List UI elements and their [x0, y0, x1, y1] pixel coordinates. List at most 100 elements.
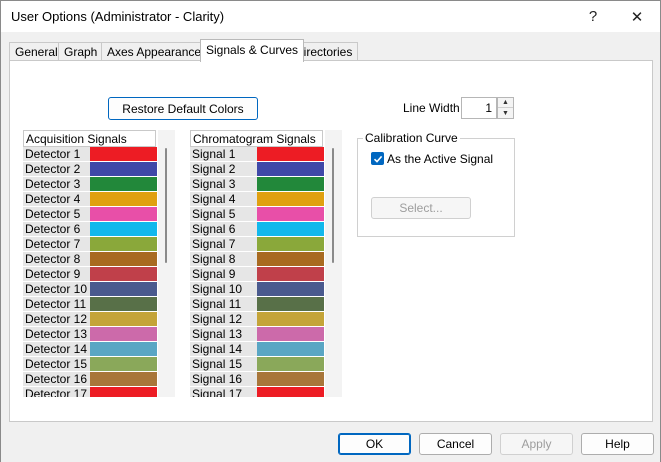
chromatogram-signals-list: Chromatogram Signals Signal 1 Signal 2 Sig… — [190, 130, 342, 397]
color-swatch[interactable] — [90, 267, 157, 282]
color-swatch[interactable] — [90, 207, 157, 222]
list-item[interactable]: Signal 13 — [190, 327, 324, 342]
color-swatch[interactable] — [257, 147, 324, 162]
list-item[interactable]: Detector 2 — [23, 162, 157, 177]
signal-name: Detector 17 — [23, 387, 90, 397]
color-swatch[interactable] — [257, 267, 324, 282]
color-swatch[interactable] — [257, 177, 324, 192]
tab-signals-curves[interactable]: Signals & Curves — [200, 39, 305, 62]
color-swatch[interactable] — [257, 222, 324, 237]
color-swatch[interactable] — [257, 387, 324, 397]
list-item[interactable]: Detector 12 — [23, 312, 157, 327]
list-item[interactable]: Detector 3 — [23, 177, 157, 192]
color-swatch[interactable] — [257, 192, 324, 207]
scrollbar-thumb[interactable] — [332, 148, 334, 263]
list-item[interactable]: Signal 1 — [190, 147, 324, 162]
chromatogram-scrollbar[interactable] — [325, 130, 342, 397]
list-item[interactable]: Signal 16 — [190, 372, 324, 387]
list-item[interactable]: Signal 11 — [190, 297, 324, 312]
color-swatch[interactable] — [90, 162, 157, 177]
color-swatch[interactable] — [90, 282, 157, 297]
spin-up-button[interactable]: ▲ — [498, 98, 513, 108]
color-swatch[interactable] — [90, 372, 157, 387]
list-item[interactable]: Signal 9 — [190, 267, 324, 282]
list-item[interactable]: Signal 14 — [190, 342, 324, 357]
scrollbar-thumb[interactable] — [165, 148, 167, 263]
select-button[interactable]: Select... — [371, 197, 471, 219]
signal-name: Detector 11 — [23, 297, 90, 312]
active-signal-label[interactable]: As the Active Signal — [387, 152, 493, 166]
list-item[interactable]: Detector 17 — [23, 387, 157, 397]
cancel-button[interactable]: Cancel — [419, 433, 492, 455]
color-swatch[interactable] — [257, 252, 324, 267]
signal-name: Detector 10 — [23, 282, 90, 297]
signal-name: Detector 14 — [23, 342, 90, 357]
color-swatch[interactable] — [90, 297, 157, 312]
color-swatch[interactable] — [90, 342, 157, 357]
color-swatch[interactable] — [90, 147, 157, 162]
chromatogram-signals-header: Chromatogram Signals — [190, 130, 323, 147]
acquisition-rows: Detector 1 Detector 2 Detector 3 Detector 4… — [23, 147, 157, 397]
line-width-input[interactable]: 1 — [461, 97, 497, 119]
tab-general[interactable]: General — [9, 42, 64, 61]
color-swatch[interactable] — [257, 297, 324, 312]
list-item[interactable]: Detector 6 — [23, 222, 157, 237]
list-item[interactable]: Detector 11 — [23, 297, 157, 312]
help-title-button[interactable]: ? — [571, 1, 615, 32]
list-item[interactable]: Detector 7 — [23, 237, 157, 252]
list-item[interactable]: Signal 10 — [190, 282, 324, 297]
signal-name: Signal 11 — [190, 297, 257, 312]
color-swatch[interactable] — [90, 252, 157, 267]
close-icon: ✕ — [630, 8, 644, 26]
list-item[interactable]: Signal 3 — [190, 177, 324, 192]
list-item[interactable]: Detector 5 — [23, 207, 157, 222]
list-item[interactable]: Signal 4 — [190, 192, 324, 207]
line-width-label: Line Width — [403, 101, 460, 115]
color-swatch[interactable] — [257, 327, 324, 342]
tab-axes-appearance[interactable]: Axes Appearance — [101, 42, 208, 61]
color-swatch[interactable] — [257, 312, 324, 327]
restore-default-colors-button[interactable]: Restore Default Colors — [108, 97, 258, 120]
list-item[interactable]: Detector 9 — [23, 267, 157, 282]
close-button[interactable]: ✕ — [615, 1, 659, 32]
list-item[interactable]: Detector 1 — [23, 147, 157, 162]
color-swatch[interactable] — [257, 372, 324, 387]
list-item[interactable]: Signal 8 — [190, 252, 324, 267]
list-item[interactable]: Signal 5 — [190, 207, 324, 222]
list-item[interactable]: Signal 7 — [190, 237, 324, 252]
list-item[interactable]: Detector 8 — [23, 252, 157, 267]
list-item[interactable]: Signal 12 — [190, 312, 324, 327]
signal-name: Signal 9 — [190, 267, 257, 282]
color-swatch[interactable] — [90, 357, 157, 372]
color-swatch[interactable] — [257, 342, 324, 357]
tab-graph[interactable]: Graph — [58, 42, 104, 61]
color-swatch[interactable] — [257, 237, 324, 252]
list-item[interactable]: Signal 17 — [190, 387, 324, 397]
apply-button[interactable]: Apply — [500, 433, 573, 455]
color-swatch[interactable] — [90, 237, 157, 252]
active-signal-checkbox[interactable] — [371, 152, 384, 165]
color-swatch[interactable] — [90, 387, 157, 397]
spin-down-button[interactable]: ▼ — [498, 108, 513, 118]
color-swatch[interactable] — [90, 327, 157, 342]
list-item[interactable]: Detector 4 — [23, 192, 157, 207]
acquisition-scrollbar[interactable] — [158, 130, 175, 397]
list-item[interactable]: Signal 6 — [190, 222, 324, 237]
color-swatch[interactable] — [257, 357, 324, 372]
list-item[interactable]: Signal 15 — [190, 357, 324, 372]
list-item[interactable]: Detector 10 — [23, 282, 157, 297]
color-swatch[interactable] — [90, 192, 157, 207]
color-swatch[interactable] — [257, 207, 324, 222]
list-item[interactable]: Detector 16 — [23, 372, 157, 387]
color-swatch[interactable] — [257, 282, 324, 297]
list-item[interactable]: Detector 13 — [23, 327, 157, 342]
list-item[interactable]: Detector 15 — [23, 357, 157, 372]
ok-button[interactable]: OK — [338, 433, 411, 455]
help-button[interactable]: Help — [581, 433, 654, 455]
color-swatch[interactable] — [257, 162, 324, 177]
list-item[interactable]: Signal 2 — [190, 162, 324, 177]
color-swatch[interactable] — [90, 312, 157, 327]
color-swatch[interactable] — [90, 222, 157, 237]
color-swatch[interactable] — [90, 177, 157, 192]
list-item[interactable]: Detector 14 — [23, 342, 157, 357]
